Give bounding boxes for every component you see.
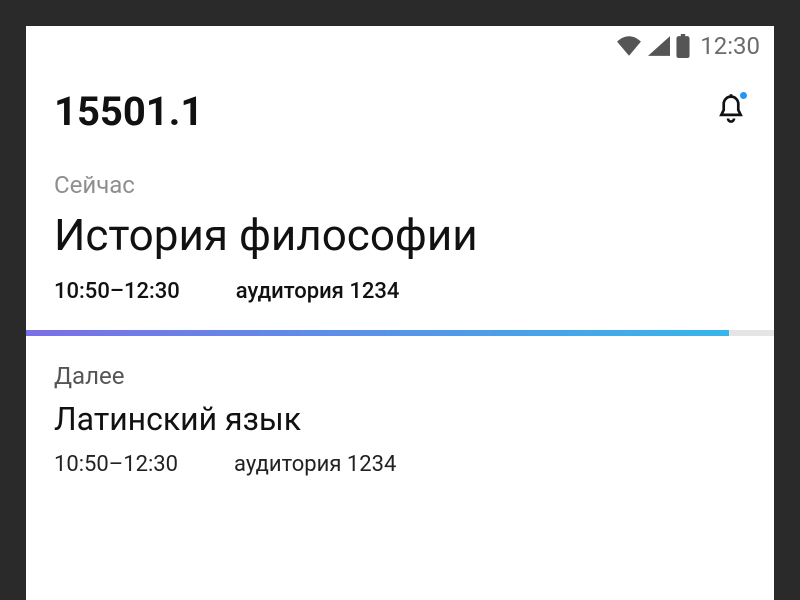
next-time: 10:50–12:30 bbox=[54, 452, 178, 477]
notification-dot-icon bbox=[740, 92, 747, 99]
bell-icon bbox=[716, 112, 746, 131]
current-meta: 10:50–12:30 аудитория 1234 bbox=[54, 279, 746, 304]
app-header: 15501.1 bbox=[26, 66, 774, 163]
phone-screen: 12:30 15501.1 Сейчас История философии 1… bbox=[26, 26, 774, 600]
current-label: Сейчас bbox=[54, 171, 746, 199]
next-meta: 10:50–12:30 аудитория 1234 bbox=[54, 452, 746, 477]
wifi-icon bbox=[616, 36, 642, 56]
cell-signal-icon bbox=[648, 36, 670, 56]
group-title: 15501.1 bbox=[54, 88, 203, 135]
status-bar: 12:30 bbox=[26, 26, 774, 66]
current-time: 10:50–12:30 bbox=[54, 279, 180, 304]
battery-icon bbox=[676, 34, 690, 58]
status-time: 12:30 bbox=[700, 32, 760, 60]
current-class-section: Сейчас История философии 10:50–12:30 ауд… bbox=[26, 163, 774, 330]
current-room: аудитория 1234 bbox=[236, 279, 400, 304]
next-class-section: Далее Латинский язык 10:50–12:30 аудитор… bbox=[26, 336, 774, 503]
class-progress-fill bbox=[26, 330, 729, 336]
notifications-button[interactable] bbox=[716, 93, 746, 131]
next-room: аудитория 1234 bbox=[234, 452, 396, 477]
current-course-title: История философии bbox=[54, 209, 746, 261]
class-progress-bar bbox=[26, 330, 774, 336]
next-label: Далее bbox=[54, 362, 746, 390]
next-course-title: Латинский язык bbox=[54, 400, 746, 438]
